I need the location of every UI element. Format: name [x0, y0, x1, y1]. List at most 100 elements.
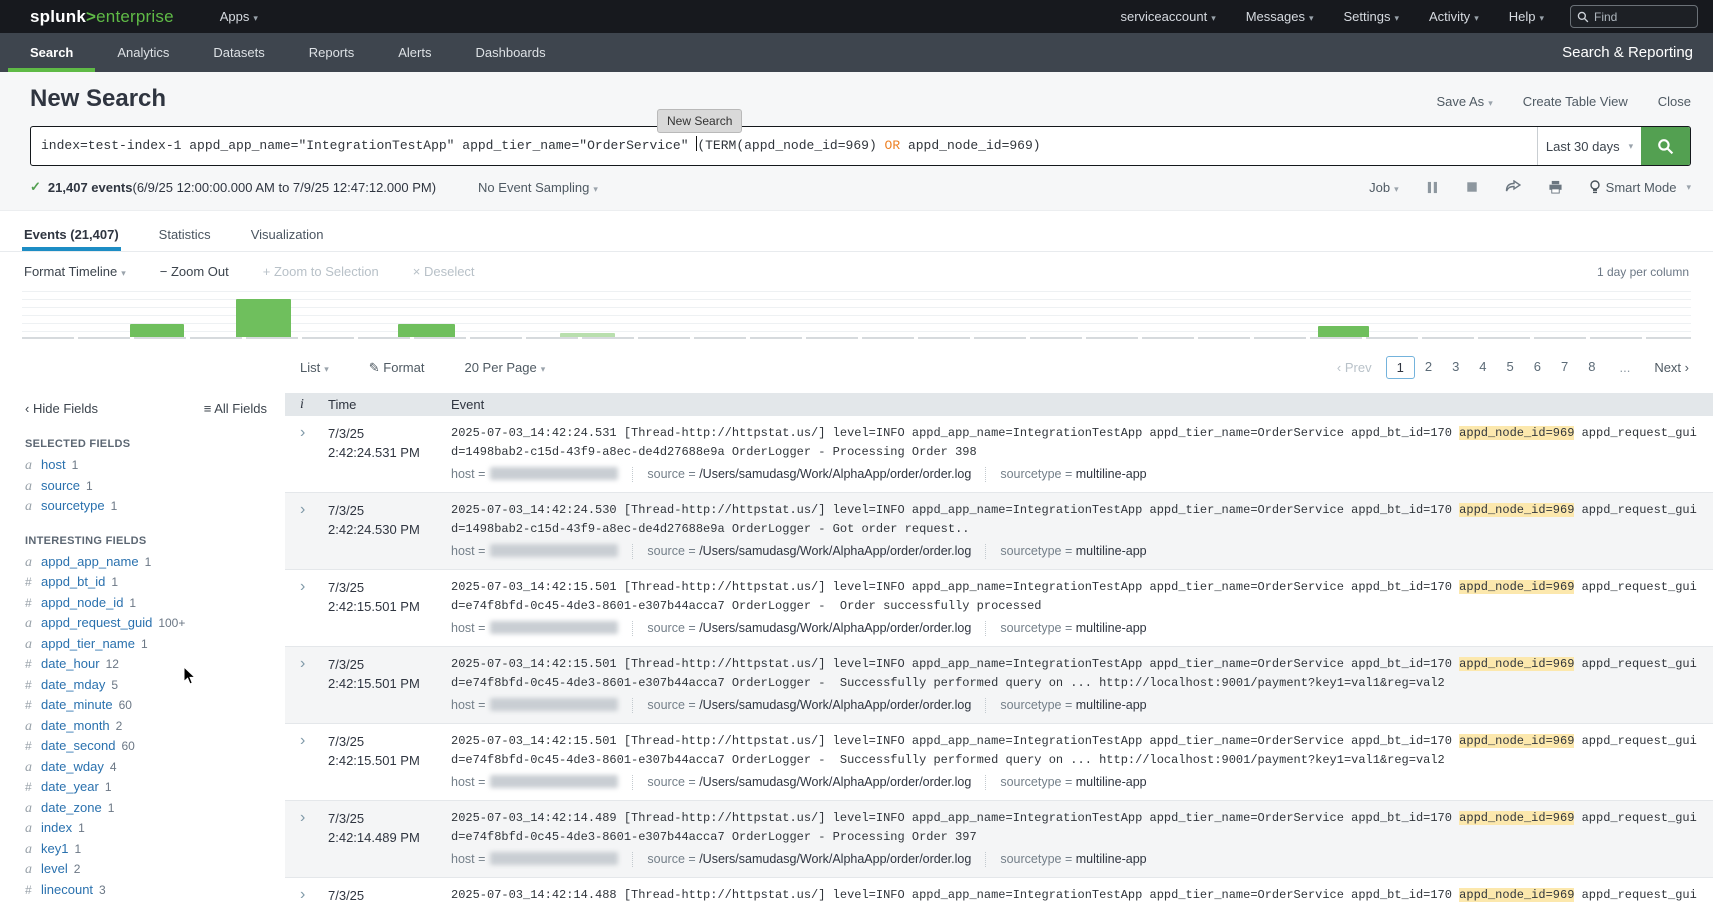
splunk-logo[interactable]: splunk>enterprise — [30, 7, 174, 27]
host-field[interactable]: host = — [451, 621, 632, 636]
timeline-bar[interactable] — [1318, 326, 1369, 337]
top-menu-item[interactable]: Help▾ — [1509, 9, 1544, 24]
source-field[interactable]: source = /Users/samudasg/Work/AlphaApp/o… — [632, 621, 985, 636]
field-item[interactable]: #date_mday5 — [25, 675, 267, 696]
find-box[interactable] — [1570, 5, 1698, 28]
search-mode-menu[interactable]: Smart Mode▾ — [1590, 180, 1691, 195]
print-icon[interactable] — [1548, 180, 1563, 194]
page-number-button[interactable]: 5 — [1497, 356, 1524, 379]
field-item[interactable]: aindex1 — [25, 818, 267, 839]
format-menu[interactable]: ✎ Format — [369, 360, 425, 376]
app-nav-item[interactable]: Dashboards — [453, 33, 567, 72]
source-field[interactable]: source = /Users/samudasg/Work/AlphaApp/o… — [632, 698, 985, 713]
sourcetype-field[interactable]: sourcetype = multiline-app — [985, 544, 1160, 559]
page-number-button[interactable]: 8 — [1578, 356, 1605, 379]
top-menu-item[interactable]: Settings▾ — [1344, 9, 1400, 24]
host-field[interactable]: host = — [451, 467, 632, 482]
host-field[interactable]: host = — [451, 698, 632, 713]
top-menu-item[interactable]: Activity▾ — [1429, 9, 1479, 24]
top-menu-item[interactable]: Messages▾ — [1246, 9, 1314, 24]
event-raw-text[interactable]: 2025-07-03_14:42:14.489 [Thread-http://h… — [451, 809, 1697, 847]
results-tab[interactable]: Statistics — [157, 219, 213, 251]
per-page-menu[interactable]: 20 Per Page▾ — [464, 360, 545, 375]
source-field[interactable]: source = /Users/samudasg/Work/AlphaApp/o… — [632, 775, 985, 790]
app-nav-item[interactable]: Datasets — [191, 33, 286, 72]
share-icon[interactable] — [1505, 180, 1521, 194]
field-item[interactable]: aappd_app_name1 — [25, 552, 267, 573]
app-nav-item[interactable]: Reports — [287, 33, 377, 72]
event-raw-text[interactable]: 2025-07-03_14:42:15.501 [Thread-http://h… — [451, 655, 1697, 693]
page-number-button[interactable]: 1 — [1386, 356, 1415, 379]
close-button[interactable]: Close — [1658, 94, 1691, 109]
source-field[interactable]: source = /Users/samudasg/Work/AlphaApp/o… — [632, 467, 985, 482]
expand-event-chevron-icon[interactable]: › — [285, 732, 328, 790]
host-field[interactable]: host = — [451, 775, 632, 790]
event-raw-text[interactable]: 2025-07-03_14:42:24.530 [Thread-http://h… — [451, 501, 1697, 539]
stop-icon[interactable] — [1466, 181, 1478, 193]
event-timeline-chart[interactable] — [22, 291, 1691, 339]
zoom-out-button[interactable]: − Zoom Out — [160, 264, 229, 279]
all-fields-button[interactable]: ≡ All Fields — [204, 401, 267, 416]
hide-fields-button[interactable]: ‹ Hide Fields — [25, 401, 98, 416]
timeline-bar[interactable] — [560, 333, 615, 337]
source-field[interactable]: source = /Users/samudasg/Work/AlphaApp/o… — [632, 852, 985, 867]
field-item[interactable]: adate_zone1 — [25, 798, 267, 819]
job-menu[interactable]: Job▾ — [1369, 180, 1399, 195]
field-item[interactable]: #appd_node_id1 — [25, 593, 267, 614]
sourcetype-field[interactable]: sourcetype = multiline-app — [985, 775, 1160, 790]
field-item[interactable]: #date_second60 — [25, 736, 267, 757]
field-item[interactable]: #date_minute60 — [25, 695, 267, 716]
field-item[interactable]: #date_hour12 — [25, 654, 267, 675]
results-tab[interactable]: Visualization — [249, 219, 326, 251]
source-field[interactable]: source = /Users/samudasg/Work/AlphaApp/o… — [632, 544, 985, 559]
field-item[interactable]: asourcetype1 — [25, 496, 267, 517]
app-nav-item[interactable]: Analytics — [95, 33, 191, 72]
list-view-menu[interactable]: List▾ — [300, 360, 329, 375]
search-button[interactable] — [1641, 127, 1690, 165]
sourcetype-field[interactable]: sourcetype = multiline-app — [985, 698, 1160, 713]
field-item[interactable]: aappd_request_guid100+ — [25, 613, 267, 634]
search-query-input[interactable]: index=test-index-1 appd_app_name="Integr… — [31, 127, 1537, 165]
event-raw-text[interactable]: 2025-07-03_14:42:24.531 [Thread-http://h… — [451, 424, 1697, 462]
format-timeline-menu[interactable]: Format Timeline▾ — [24, 264, 126, 279]
find-input[interactable] — [1594, 10, 1684, 24]
page-number-button[interactable]: 2 — [1415, 356, 1442, 379]
field-item[interactable]: #linecount3 — [25, 880, 267, 901]
timeline-bar[interactable] — [236, 299, 291, 337]
field-item[interactable]: aappd_tier_name1 — [25, 634, 267, 655]
field-item[interactable]: #appd_bt_id1 — [25, 572, 267, 593]
sourcetype-field[interactable]: sourcetype = multiline-app — [985, 852, 1160, 867]
page-number-button[interactable]: 7 — [1551, 356, 1578, 379]
host-field[interactable]: host = — [451, 544, 632, 559]
field-item[interactable]: adate_wday4 — [25, 757, 267, 778]
field-item[interactable]: asource1 — [25, 476, 267, 497]
field-item[interactable]: akey11 — [25, 839, 267, 860]
save-as-button[interactable]: Save As▾ — [1436, 94, 1492, 109]
event-raw-text[interactable]: 2025-07-03_14:42:15.501 [Thread-http://h… — [451, 578, 1697, 616]
page-number-button[interactable]: 6 — [1524, 356, 1551, 379]
app-nav-item[interactable]: Alerts — [376, 33, 453, 72]
expand-event-chevron-icon[interactable]: › — [285, 886, 328, 905]
apps-menu[interactable]: Apps▾ — [220, 9, 258, 24]
event-raw-text[interactable]: 2025-07-03_14:42:14.488 [Thread-http://h… — [451, 886, 1697, 905]
sourcetype-field[interactable]: sourcetype = multiline-app — [985, 467, 1160, 482]
sourcetype-field[interactable]: sourcetype = multiline-app — [985, 621, 1160, 636]
field-item[interactable]: adate_month2 — [25, 716, 267, 737]
top-menu-item[interactable]: serviceaccount▾ — [1120, 9, 1215, 24]
field-item[interactable]: alevel2 — [25, 859, 267, 880]
field-item[interactable]: ahost1 — [25, 455, 267, 476]
host-field[interactable]: host = — [451, 852, 632, 867]
event-raw-text[interactable]: 2025-07-03_14:42:15.501 [Thread-http://h… — [451, 732, 1697, 770]
next-page-button[interactable]: Next › — [1654, 360, 1689, 375]
timeline-bar[interactable] — [130, 324, 184, 337]
expand-event-chevron-icon[interactable]: › — [285, 655, 328, 713]
page-number-button[interactable]: 4 — [1469, 356, 1496, 379]
timeline-bar[interactable] — [398, 324, 455, 337]
expand-event-chevron-icon[interactable]: › — [285, 578, 328, 636]
results-tab[interactable]: Events (21,407) — [22, 219, 121, 251]
time-range-picker[interactable]: Last 30 days▾ — [1537, 127, 1641, 165]
app-nav-item[interactable]: Search — [8, 33, 95, 72]
page-number-button[interactable]: 3 — [1442, 356, 1469, 379]
pause-icon[interactable] — [1426, 181, 1439, 194]
field-item[interactable]: #date_year1 — [25, 777, 267, 798]
